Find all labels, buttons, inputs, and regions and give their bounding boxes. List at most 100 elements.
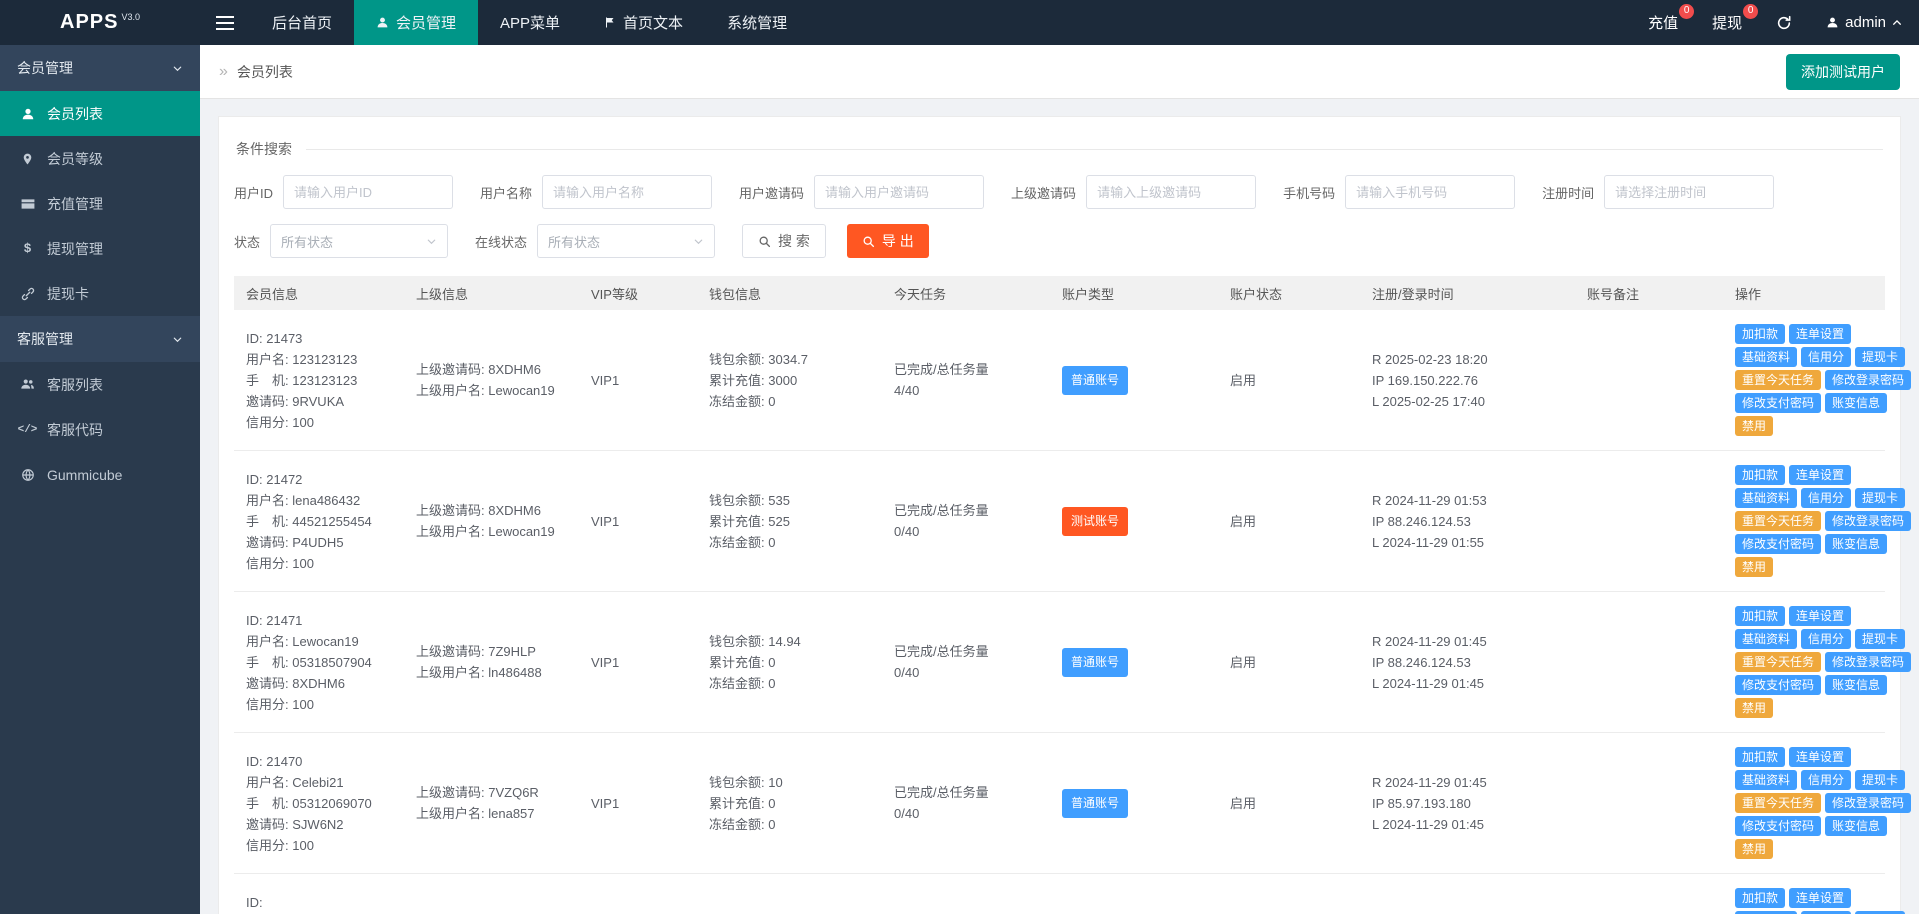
member-credit-value: 100: [292, 838, 314, 853]
withdraw-card-button[interactable]: 提现卡: [1855, 488, 1905, 508]
add-deduct-button[interactable]: 加扣款: [1735, 465, 1785, 485]
member-phone-label: 手 机:: [246, 514, 289, 529]
member-table-body: ID: 21473 用户名: 123123123 手 机: 123123123 …: [234, 310, 1885, 914]
parent-user-value: Lewocan19: [488, 383, 555, 398]
add-deduct-button[interactable]: 加扣款: [1735, 606, 1785, 626]
sidebar-item-member-list[interactable]: 会员列表: [0, 91, 200, 136]
nav-tab-members[interactable]: 会员管理: [354, 0, 478, 45]
disable-button[interactable]: 禁用: [1735, 698, 1773, 718]
basic-info-button[interactable]: 基础资料: [1735, 347, 1797, 367]
credit-score-button[interactable]: 信用分: [1801, 629, 1851, 649]
select-value: 所有状态: [281, 232, 333, 251]
credit-score-button[interactable]: 信用分: [1801, 347, 1851, 367]
withdraw-card-button[interactable]: 提现卡: [1855, 629, 1905, 649]
change-pay-password-button[interactable]: 修改支付密码: [1735, 393, 1821, 413]
refresh-icon: [1776, 15, 1792, 31]
basic-info-button[interactable]: 基础资料: [1735, 488, 1797, 508]
disable-button[interactable]: 禁用: [1735, 839, 1773, 859]
reset-today-task-button[interactable]: 重置今天任务: [1735, 511, 1821, 531]
logo-version: V3.0: [121, 12, 140, 22]
account-change-info-button[interactable]: 账变信息: [1825, 675, 1887, 695]
search-icon: [758, 235, 771, 248]
withdraw-card-button[interactable]: 提现卡: [1855, 770, 1905, 790]
search-icon: [862, 235, 875, 248]
sidebar-item-service-list[interactable]: 客服列表: [0, 362, 200, 407]
account-type-cell: 测试账号: [1050, 507, 1218, 536]
account-change-info-button[interactable]: 账变信息: [1825, 393, 1887, 413]
admin-menu[interactable]: admin: [1809, 0, 1919, 45]
reset-today-task-button[interactable]: 重置今天任务: [1735, 370, 1821, 390]
change-login-password-button[interactable]: 修改登录密码: [1825, 370, 1911, 390]
col-header-account-type: 账户类型: [1050, 284, 1218, 303]
withdraw-link[interactable]: 提现 0: [1695, 0, 1759, 45]
change-pay-password-button[interactable]: 修改支付密码: [1735, 534, 1821, 554]
nav-tab-label: 系统管理: [727, 12, 787, 33]
chain-order-settings-button[interactable]: 连单设置: [1789, 324, 1851, 344]
user-invite-code-input[interactable]: [814, 175, 984, 209]
sidebar-item-gummicube[interactable]: Gummicube: [0, 452, 200, 497]
col-header-account-remark: 账号备注: [1575, 284, 1723, 303]
sidebar-item-service-code[interactable]: </> 客服代码: [0, 407, 200, 452]
user-id-input[interactable]: [283, 175, 453, 209]
user-icon: [19, 107, 36, 121]
disable-button[interactable]: 禁用: [1735, 557, 1773, 577]
nav-tab-app-menu[interactable]: APP菜单: [478, 0, 582, 45]
change-pay-password-button[interactable]: 修改支付密码: [1735, 816, 1821, 836]
chain-order-settings-button[interactable]: 连单设置: [1789, 465, 1851, 485]
table-row: ID: 用户名: 手 机: 邀请码: 信用分: 上级邀请码: 上级用户名: 钱包…: [234, 874, 1885, 914]
chain-order-settings-button[interactable]: 连单设置: [1789, 888, 1851, 908]
sidebar-item-recharge-management[interactable]: 充值管理: [0, 181, 200, 226]
nav-tab-system[interactable]: 系统管理: [705, 0, 809, 45]
phone-input[interactable]: [1345, 175, 1515, 209]
change-pay-password-button[interactable]: 修改支付密码: [1735, 675, 1821, 695]
member-phone-value: 05312069070: [292, 796, 372, 811]
basic-info-button[interactable]: 基础资料: [1735, 770, 1797, 790]
search-button[interactable]: 搜 索: [742, 224, 826, 258]
add-deduct-button[interactable]: 加扣款: [1735, 888, 1785, 908]
basic-info-button[interactable]: 基础资料: [1735, 629, 1797, 649]
code-icon: </>: [19, 424, 36, 436]
account-type-badge: 普通账号: [1062, 648, 1128, 677]
recharge-link[interactable]: 充值 0: [1631, 0, 1695, 45]
add-test-user-button[interactable]: 添加测试用户: [1786, 54, 1900, 90]
reset-today-task-button[interactable]: 重置今天任务: [1735, 652, 1821, 672]
nav-tab-dashboard[interactable]: 后台首页: [250, 0, 354, 45]
status-select[interactable]: 所有状态: [270, 224, 448, 258]
nav-tab-home-text[interactable]: 首页文本: [582, 0, 705, 45]
credit-score-button[interactable]: 信用分: [1801, 770, 1851, 790]
change-login-password-button[interactable]: 修改登录密码: [1825, 652, 1911, 672]
change-login-password-button[interactable]: 修改登录密码: [1825, 793, 1911, 813]
account-change-info-button[interactable]: 账变信息: [1825, 534, 1887, 554]
chain-order-settings-button[interactable]: 连单设置: [1789, 606, 1851, 626]
account-change-info-button[interactable]: 账变信息: [1825, 816, 1887, 836]
wallet-info-cell: 钱包余额: 535 累计充值: 525 冻结金额: 0: [697, 490, 882, 553]
add-deduct-button[interactable]: 加扣款: [1735, 747, 1785, 767]
refresh-button[interactable]: [1759, 0, 1809, 45]
member-username-value: 123123123: [292, 352, 357, 367]
register-time: R 2025-02-23 18:20: [1372, 349, 1575, 370]
sidebar-group-label: 客服管理: [17, 329, 73, 349]
credit-score-button[interactable]: 信用分: [1801, 488, 1851, 508]
member-username-value: Celebi21: [292, 775, 343, 790]
sidebar-item-withdraw-management[interactable]: $ 提现管理: [0, 226, 200, 271]
change-login-password-button[interactable]: 修改登录密码: [1825, 511, 1911, 531]
chevron-down-icon: [172, 63, 183, 74]
online-status-select[interactable]: 所有状态: [537, 224, 715, 258]
parent-user-value: ln486488: [488, 665, 542, 680]
add-deduct-button[interactable]: 加扣款: [1735, 324, 1785, 344]
reset-today-task-button[interactable]: 重置今天任务: [1735, 793, 1821, 813]
sidebar-group-customer-service[interactable]: 客服管理: [0, 316, 200, 362]
register-time-input[interactable]: [1604, 175, 1774, 209]
member-phone-label: 手 机:: [246, 655, 289, 670]
recharge-badge: 0: [1679, 4, 1694, 19]
export-button[interactable]: 导 出: [847, 224, 929, 258]
sidebar-item-member-level[interactable]: 会员等级: [0, 136, 200, 181]
disable-button[interactable]: 禁用: [1735, 416, 1773, 436]
parent-invite-code-input[interactable]: [1086, 175, 1256, 209]
sidebar-item-withdraw-card[interactable]: 提现卡: [0, 271, 200, 316]
hamburger-icon[interactable]: [200, 0, 250, 45]
chain-order-settings-button[interactable]: 连单设置: [1789, 747, 1851, 767]
user-name-input[interactable]: [542, 175, 712, 209]
withdraw-card-button[interactable]: 提现卡: [1855, 347, 1905, 367]
sidebar-group-members[interactable]: 会员管理: [0, 45, 200, 91]
